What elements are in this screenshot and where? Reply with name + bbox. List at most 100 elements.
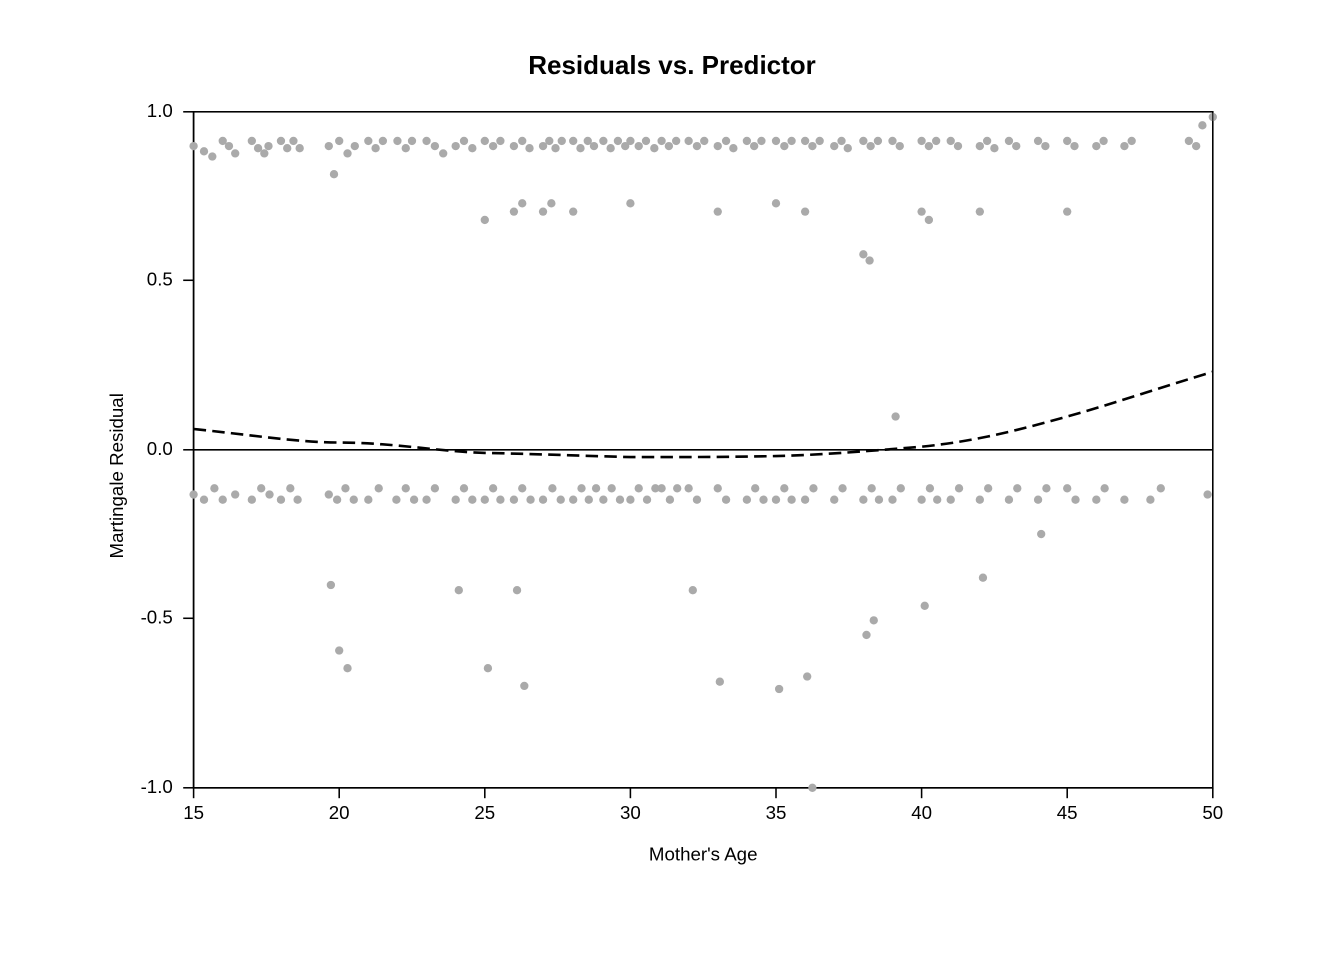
- x-label-50: 50: [1202, 802, 1223, 823]
- dot: [606, 144, 614, 152]
- dot: [408, 137, 416, 145]
- dot: [626, 137, 634, 145]
- dot: [743, 496, 751, 504]
- dot: [1203, 490, 1211, 498]
- x-label-40: 40: [911, 802, 932, 823]
- dot: [599, 496, 607, 504]
- dot: [1063, 207, 1071, 215]
- x-label-20: 20: [329, 802, 350, 823]
- dot: [539, 207, 547, 215]
- dot: [787, 496, 795, 504]
- dot: [693, 142, 701, 150]
- dot: [296, 144, 304, 152]
- dot: [510, 142, 518, 150]
- dot: [925, 142, 933, 150]
- dot: [925, 216, 933, 224]
- dot: [460, 137, 468, 145]
- dot: [189, 142, 197, 150]
- dot: [341, 484, 349, 492]
- dot: [481, 216, 489, 224]
- dot: [289, 137, 297, 145]
- dot: [1012, 142, 1020, 150]
- dot: [375, 484, 383, 492]
- dot: [1063, 137, 1071, 145]
- dot: [518, 137, 526, 145]
- dot: [293, 496, 301, 504]
- dot: [510, 207, 518, 215]
- dot: [947, 496, 955, 504]
- dot: [665, 142, 673, 150]
- dot: [809, 484, 817, 492]
- dot: [510, 496, 518, 504]
- dot: [364, 496, 372, 504]
- dot: [330, 170, 338, 178]
- dot: [932, 137, 940, 145]
- chart-area: 15 20 25 30 35 40 45 50 -1.0 -0.5 0.0 0.…: [72, 91, 1272, 871]
- dot: [1100, 484, 1108, 492]
- dot: [917, 137, 925, 145]
- dot: [518, 199, 526, 207]
- dot: [1042, 484, 1050, 492]
- dot: [484, 664, 492, 672]
- dot: [772, 199, 780, 207]
- dot: [1092, 142, 1100, 150]
- dot: [200, 496, 208, 504]
- dot: [410, 496, 418, 504]
- dot: [569, 496, 577, 504]
- chart-container: Residuals vs. Predictor: [72, 50, 1272, 910]
- dot: [200, 147, 208, 155]
- dot: [1128, 137, 1136, 145]
- dot: [616, 496, 624, 504]
- dot: [283, 144, 291, 152]
- dot: [547, 199, 555, 207]
- dot: [526, 496, 534, 504]
- dot: [513, 586, 521, 594]
- dot: [954, 142, 962, 150]
- dot: [803, 672, 811, 680]
- dot: [1120, 496, 1128, 504]
- dot: [862, 631, 870, 639]
- dot: [402, 144, 410, 152]
- dot: [657, 137, 665, 145]
- chart-title: Residuals vs. Predictor: [72, 50, 1272, 81]
- dot: [496, 137, 504, 145]
- dot: [859, 137, 867, 145]
- dot: [219, 496, 227, 504]
- dot: [722, 496, 730, 504]
- dot: [801, 207, 809, 215]
- dot: [422, 496, 430, 504]
- dot: [452, 496, 460, 504]
- dot: [684, 137, 692, 145]
- dot: [1198, 121, 1206, 129]
- dot: [614, 137, 622, 145]
- dot: [897, 484, 905, 492]
- dot: [577, 484, 585, 492]
- dot: [379, 137, 387, 145]
- dot: [921, 602, 929, 610]
- dot: [689, 586, 697, 594]
- dot: [1099, 137, 1107, 145]
- dot: [984, 484, 992, 492]
- dot: [955, 484, 963, 492]
- dot: [333, 496, 341, 504]
- dot: [1034, 496, 1042, 504]
- x-axis-title: Mother's Age: [649, 844, 758, 865]
- dot: [286, 484, 294, 492]
- dot: [891, 412, 899, 420]
- dot: [917, 207, 925, 215]
- dot: [780, 484, 788, 492]
- dot: [277, 496, 285, 504]
- dot: [772, 496, 780, 504]
- dot: [757, 137, 765, 145]
- dot: [830, 496, 838, 504]
- dot: [635, 484, 643, 492]
- dot: [481, 496, 489, 504]
- dot: [1120, 142, 1128, 150]
- dot: [673, 484, 681, 492]
- dot: [657, 484, 665, 492]
- dot: [248, 137, 256, 145]
- dot: [816, 137, 824, 145]
- dot: [875, 496, 883, 504]
- y-label-n1: -1.0: [141, 776, 173, 797]
- dot: [558, 137, 566, 145]
